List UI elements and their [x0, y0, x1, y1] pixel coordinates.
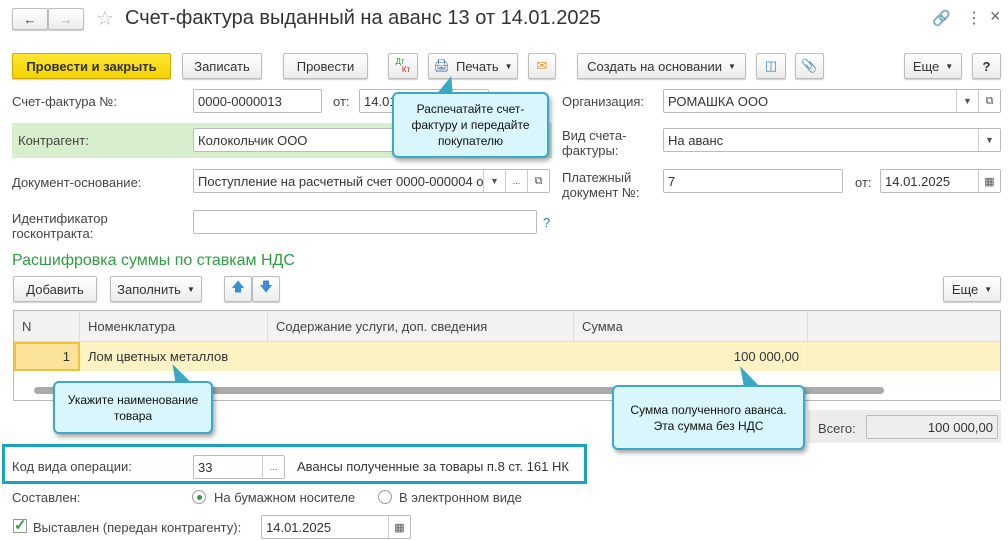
select-button[interactable]: ... — [505, 170, 527, 192]
issued-date-field[interactable]: 14.01.2025 ▦ — [261, 515, 411, 539]
cell-content[interactable] — [268, 342, 574, 371]
dropdown-button[interactable]: ▼ — [483, 170, 505, 192]
help-link[interactable]: ? — [543, 215, 550, 230]
col-sum[interactable]: Сумма — [574, 311, 808, 342]
open-button[interactable]: ⧉ — [978, 90, 1000, 112]
pay-doc-field[interactable]: 7 — [663, 169, 843, 193]
base-doc-label: Документ-основание: — [12, 175, 142, 190]
col-n[interactable]: N — [14, 311, 80, 342]
issued-label[interactable]: Выставлен (передан контрагенту): — [33, 520, 241, 535]
org-label: Организация: — [562, 94, 645, 109]
chevron-down-icon: ▼ — [186, 284, 195, 294]
add-button[interactable]: Добавить — [13, 276, 97, 302]
operation-description: Авансы полученные за товары п.8 ст. 161 … — [297, 459, 569, 474]
arrow-up-icon: 🡅 — [231, 279, 245, 294]
cell-n[interactable]: 1 — [14, 342, 80, 371]
email-button[interactable]: ✉ — [528, 53, 556, 79]
attach-button[interactable]: 📎 — [795, 53, 824, 79]
invoice-no-field[interactable]: 0000-0000013 — [193, 89, 322, 113]
open-button[interactable]: ⧉ — [527, 170, 549, 192]
more-vert-icon[interactable]: ⋮ — [966, 8, 982, 28]
table-more-button[interactable]: Еще ▼ — [943, 276, 1001, 302]
chevron-down-icon: ▼ — [504, 61, 513, 71]
issued-checkbox[interactable]: ✓ — [13, 518, 27, 533]
calendar-icon[interactable]: ▦ — [388, 516, 410, 538]
pay-date-field[interactable]: 14.01.2025 ▦ — [880, 169, 1001, 193]
base-doc-field[interactable]: Поступление на расчетный счет 0000-00000… — [193, 169, 550, 193]
cell-sum[interactable]: 100 000,00 — [574, 342, 808, 371]
operation-code-field[interactable]: 33 ... — [193, 455, 285, 479]
print-button[interactable]: 🖨 Печать ▼ — [428, 53, 518, 79]
radio-paper[interactable] — [192, 490, 206, 504]
paperclip-icon: 📎 — [801, 58, 818, 73]
contract-id-field[interactable] — [193, 210, 537, 234]
structure-button[interactable]: ◫ — [756, 53, 786, 79]
back-button[interactable]: ← — [12, 8, 48, 30]
pay-doc-label: Платежный документ №: — [562, 170, 640, 200]
radio-paper-label[interactable]: На бумажном носителе — [214, 490, 355, 505]
section-title: Расшифровка суммы по ставкам НДС — [12, 252, 295, 269]
structure-icon: ◫ — [764, 58, 778, 73]
counterparty-label: Контрагент: — [18, 133, 89, 148]
col-content[interactable]: Содержание услуги, доп. сведения — [268, 311, 574, 342]
radio-electronic-label[interactable]: В электронном виде — [399, 490, 522, 505]
envelope-icon: ✉ — [536, 58, 548, 73]
operation-label: Код вида операции: — [12, 459, 132, 474]
invoice-no-label: Счет-фактура №: — [12, 94, 117, 109]
link-icon[interactable]: 🔗 — [932, 9, 951, 27]
dropdown-button[interactable]: ▼ — [956, 90, 978, 112]
tooltip-sum: Сумма полученного аванса. Эта сумма без … — [612, 385, 805, 450]
org-field[interactable]: РОМАШКА ООО ▼ ⧉ — [663, 89, 1001, 113]
invoice-type-label: Вид счета-фактуры: — [562, 128, 627, 158]
help-button[interactable]: ? — [972, 53, 1001, 79]
save-button[interactable]: Записать — [182, 53, 262, 79]
col-item[interactable]: Номенклатура — [80, 311, 268, 342]
dropdown-button[interactable]: ▼ — [978, 129, 1000, 151]
arrow-down-icon: 🡇 — [259, 279, 273, 294]
window-title: Счет-фактура выданный на аванс 13 от 14.… — [125, 7, 601, 29]
star-icon[interactable]: ☆ — [96, 6, 114, 31]
post-button[interactable]: Провести — [283, 53, 368, 79]
tooltip-item: Укажите наименование товара — [53, 381, 213, 434]
dt-kt-button[interactable]: Дт Кт — [388, 53, 418, 79]
radio-electronic[interactable] — [378, 490, 392, 504]
move-up-button[interactable]: 🡅 — [224, 276, 252, 302]
chevron-down-icon: ▼ — [945, 61, 954, 71]
chevron-down-icon: ▼ — [984, 284, 993, 294]
contract-id-label: Идентификатор госконтракта: — [12, 211, 108, 241]
composed-label: Составлен: — [12, 490, 81, 505]
post-and-close-button[interactable]: Провести и закрыть — [12, 53, 171, 79]
create-based-button[interactable]: Создать на основании ▼ — [577, 53, 746, 79]
printer-icon: 🖨 — [433, 58, 450, 73]
invoice-date-label: от: — [333, 94, 350, 109]
kt-label: Кт — [401, 65, 411, 74]
calendar-icon[interactable]: ▦ — [978, 170, 1000, 192]
total-field: 100 000,00 — [866, 415, 998, 439]
fill-button[interactable]: Заполнить ▼ — [110, 276, 202, 302]
select-button[interactable]: ... — [262, 456, 284, 478]
forward-button[interactable]: → — [48, 8, 84, 30]
chevron-down-icon: ▼ — [727, 61, 736, 71]
more-button[interactable]: Еще ▼ — [904, 53, 962, 79]
total-label: Всего: — [818, 421, 856, 436]
close-icon[interactable]: × — [990, 6, 1001, 27]
tooltip-print: Распечатайте счет-фактуру и передайте по… — [392, 92, 549, 158]
pay-date-label: от: — [855, 175, 872, 190]
move-down-button[interactable]: 🡇 — [252, 276, 280, 302]
invoice-type-field[interactable]: На аванс ▼ — [663, 128, 1001, 152]
